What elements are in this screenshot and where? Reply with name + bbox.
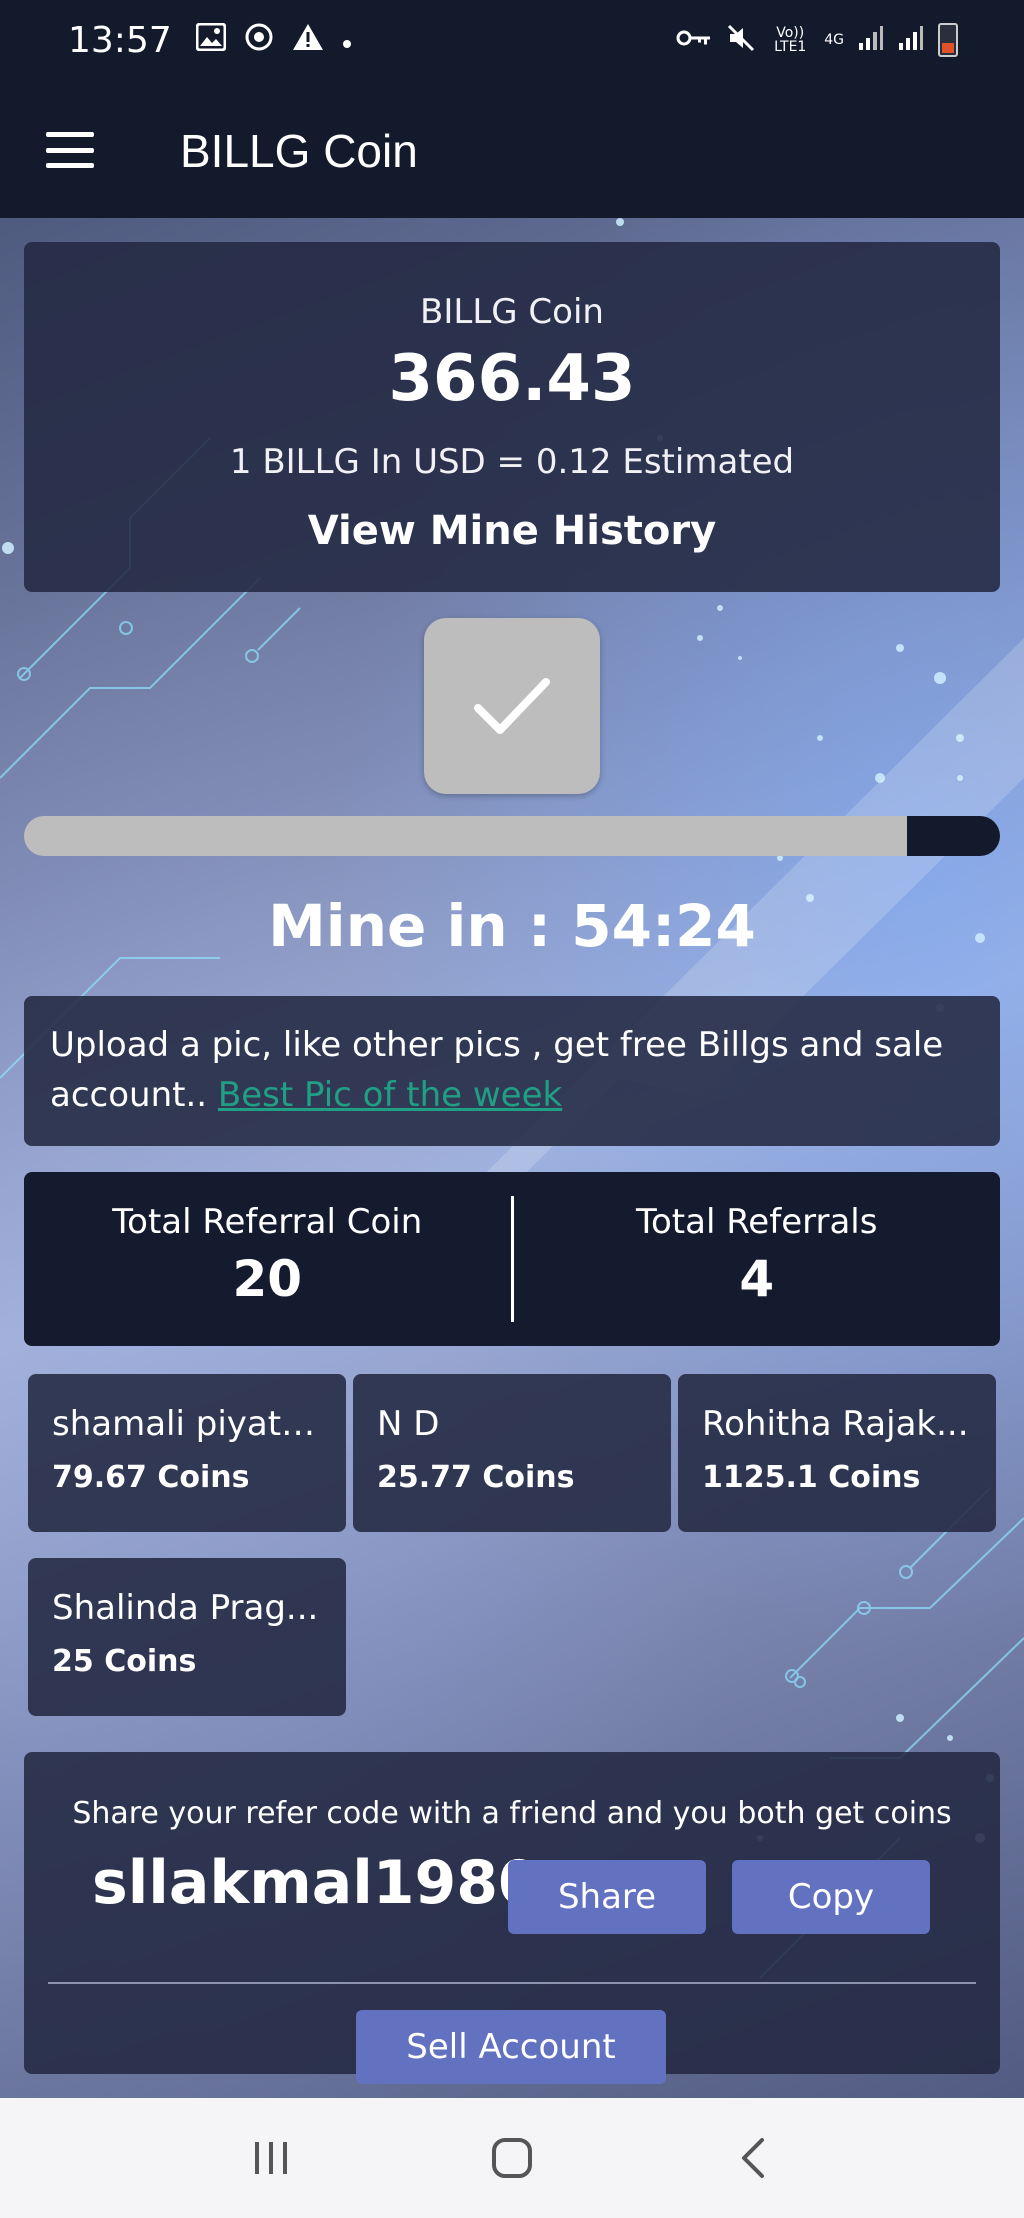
balance-label: BILLG Coin [420,292,604,332]
referral-user-coins: 25.77 Coins [377,1460,575,1495]
battery-icon [938,23,958,57]
referral-user-name: Rohitha Rajak... [702,1404,969,1444]
referral-stats: Total Referral Coin 20 Total Referrals 4 [24,1172,1000,1346]
share-card: Share your refer code with a friend and … [24,1752,1000,2084]
referral-user-name: shamali piyath... [52,1404,322,1444]
status-right: Vo)) LTE1 4G [676,23,958,58]
referral-user-name: N D [377,1404,440,1444]
back-icon [742,2138,765,2178]
mine-timer: Mine in : 54:24 [268,892,756,960]
exchange-rate: 1 BILLG In USD = 0.12 Estimated [229,442,795,482]
referral-user-card[interactable]: Rohitha Rajak... 1125.1 Coins [678,1374,996,1532]
balance-value: 366.43 [388,342,636,416]
mine-button[interactable] [424,618,600,794]
referral-user-card[interactable]: shamali piyath... 79.67 Coins [28,1374,346,1532]
sell-account-button[interactable]: Sell Account [356,2010,666,2084]
status-time: 13:57 [68,19,172,61]
app-title: BILLG Coin [180,125,418,177]
recent-apps-icon [254,2142,287,2174]
system-nav-bar [0,2098,1024,2218]
image-icon [195,22,227,57]
back-button[interactable] [713,2118,793,2198]
main-content: BILLG Coin 366.43 1 BILLG In USD = 0.12 … [0,218,1024,2098]
network-type-label: 4G [824,32,844,48]
dot-icon [342,25,352,55]
referral-user-card[interactable]: Shalinda Prag... 25 Coins [28,1558,346,1716]
recent-apps-button[interactable] [231,2118,311,2198]
mining-progress-fill [907,816,1000,856]
mining-progress-bar [24,816,1000,856]
referrals-count-label: Total Referrals [636,1202,878,1242]
best-pic-link[interactable]: Best Pic of the week [218,1075,562,1115]
home-icon [491,2138,532,2178]
upload-promo-text: Upload a pic, like other pics , get free… [50,1020,974,1120]
status-bar: 13:57 Vo)) LTE1 4G [0,0,1024,80]
referral-coin-value: 20 [232,1250,303,1308]
volte-label: Vo)) LTE1 [774,25,807,55]
menu-icon[interactable] [46,132,94,168]
share-button[interactable]: Share [508,1860,706,1934]
referral-user-card[interactable]: N D 25.77 Coins [353,1374,671,1532]
copy-button[interactable]: Copy [732,1860,930,1934]
app-bar: BILLG Coin [0,80,1024,218]
total-referral-coin: Total Referral Coin 20 [24,1172,511,1346]
referral-user-coins: 79.67 Coins [52,1460,250,1495]
signal-icon [858,25,884,56]
referrals-count-value: 4 [739,1250,775,1308]
total-referrals: Total Referrals 4 [514,1172,1001,1346]
sync-icon [244,22,274,58]
divider [48,1982,976,1984]
warning-icon [292,23,324,57]
home-button[interactable] [472,2118,552,2198]
referral-user-name: Shalinda Prag... [52,1588,319,1628]
mute-icon [726,23,756,58]
refer-code: sllakmal1980 [92,1848,540,1918]
signal-icon [898,25,924,56]
referral-user-coins: 25 Coins [52,1644,197,1679]
view-mine-history-link[interactable]: View Mine History [24,508,1000,554]
vpn-key-icon [676,27,712,53]
status-left: 13:57 [68,20,352,61]
referral-user-coins: 1125.1 Coins [702,1460,921,1495]
referral-coin-label: Total Referral Coin [112,1202,423,1242]
share-instructions: Share your refer code with a friend and … [72,1796,952,1831]
balance-card: BILLG Coin 366.43 1 BILLG In USD = 0.12 … [24,242,1000,592]
upload-promo-card: Upload a pic, like other pics , get free… [24,996,1000,1146]
checkmark-icon [474,678,550,734]
